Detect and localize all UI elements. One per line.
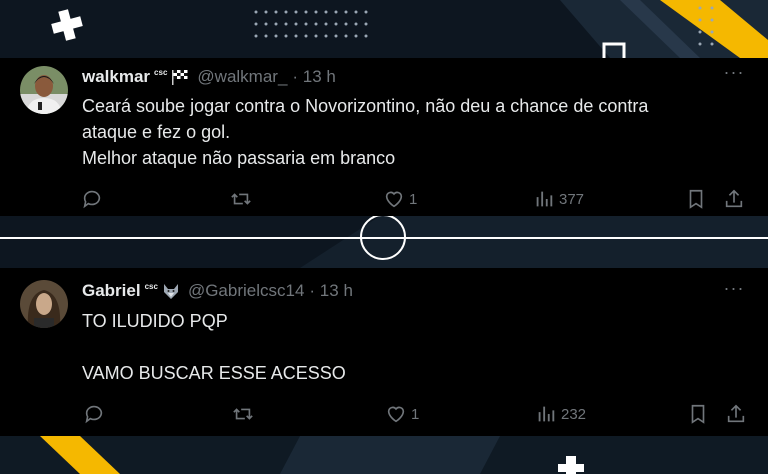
retweet-icon <box>233 408 253 420</box>
view-count: 232 <box>561 405 587 423</box>
csc-badge: csc <box>144 281 158 291</box>
reply-button[interactable] <box>83 402 105 426</box>
share-button[interactable] <box>725 402 747 426</box>
heart-icon <box>385 191 403 208</box>
bookmark-icon <box>689 189 703 209</box>
like-button[interactable]: 1 <box>383 187 417 211</box>
share-icon <box>727 404 745 423</box>
views-icon <box>538 406 555 422</box>
tweet-header: walkmar csc @walkmar_ · 13 h <box>82 66 336 88</box>
reply-icon <box>83 190 101 209</box>
avatar[interactable] <box>20 280 68 328</box>
like-button[interactable]: 1 <box>385 402 419 426</box>
bookmark-button[interactable] <box>687 402 709 426</box>
more-options-button[interactable]: ··· <box>722 279 746 302</box>
tweet-text: Ceará soube jogar contra o Novorizontino… <box>82 96 649 168</box>
field-center-circle <box>360 214 406 260</box>
wolf-face-icon <box>163 284 178 299</box>
like-count: 1 <box>411 405 420 423</box>
tweet-actions: 1 377 <box>0 187 768 211</box>
views-button[interactable]: 377 <box>533 187 584 211</box>
share-button[interactable] <box>723 187 745 211</box>
tweet-header: Gabriel csc @Gabrielcsc14 · 13 h <box>82 280 353 302</box>
tweet-actions: 1 232 <box>0 402 768 426</box>
checkered-flag-icon <box>172 70 188 85</box>
like-count: 1 <box>409 190 418 208</box>
heart-icon <box>387 406 405 423</box>
share-icon <box>725 189 743 208</box>
avatar[interactable] <box>20 66 68 114</box>
tweet-card[interactable]: Gabriel csc @Gabrielcsc14 · 13 h ··· TO … <box>0 268 768 436</box>
display-name[interactable]: walkmar <box>82 67 150 87</box>
timestamp[interactable]: · 13 h <box>309 281 352 301</box>
csc-badge: csc <box>154 67 168 77</box>
reply-button[interactable] <box>81 187 103 211</box>
more-options-button[interactable]: ··· <box>722 63 746 86</box>
views-button[interactable]: 232 <box>535 402 586 426</box>
tweet-text: TO ILUDIDO PQP VAMO BUSCAR ESSE ACESSO <box>82 311 346 383</box>
display-name[interactable]: Gabriel <box>82 281 141 301</box>
timestamp[interactable]: · 13 h <box>292 67 335 87</box>
user-handle[interactable]: @walkmar_ <box>197 67 287 87</box>
bookmark-button[interactable] <box>685 187 707 211</box>
tweet-card[interactable]: walkmar csc @walkmar_ · 13 h ··· Ceará s… <box>0 58 768 216</box>
view-count: 377 <box>559 190 585 208</box>
user-handle[interactable]: @Gabrielcsc14 <box>188 281 304 301</box>
retweet-button[interactable] <box>230 187 252 211</box>
reply-icon <box>85 405 103 424</box>
retweet-icon <box>231 193 251 205</box>
retweet-button[interactable] <box>232 402 254 426</box>
bookmark-icon <box>691 404 705 424</box>
views-icon <box>536 191 553 207</box>
